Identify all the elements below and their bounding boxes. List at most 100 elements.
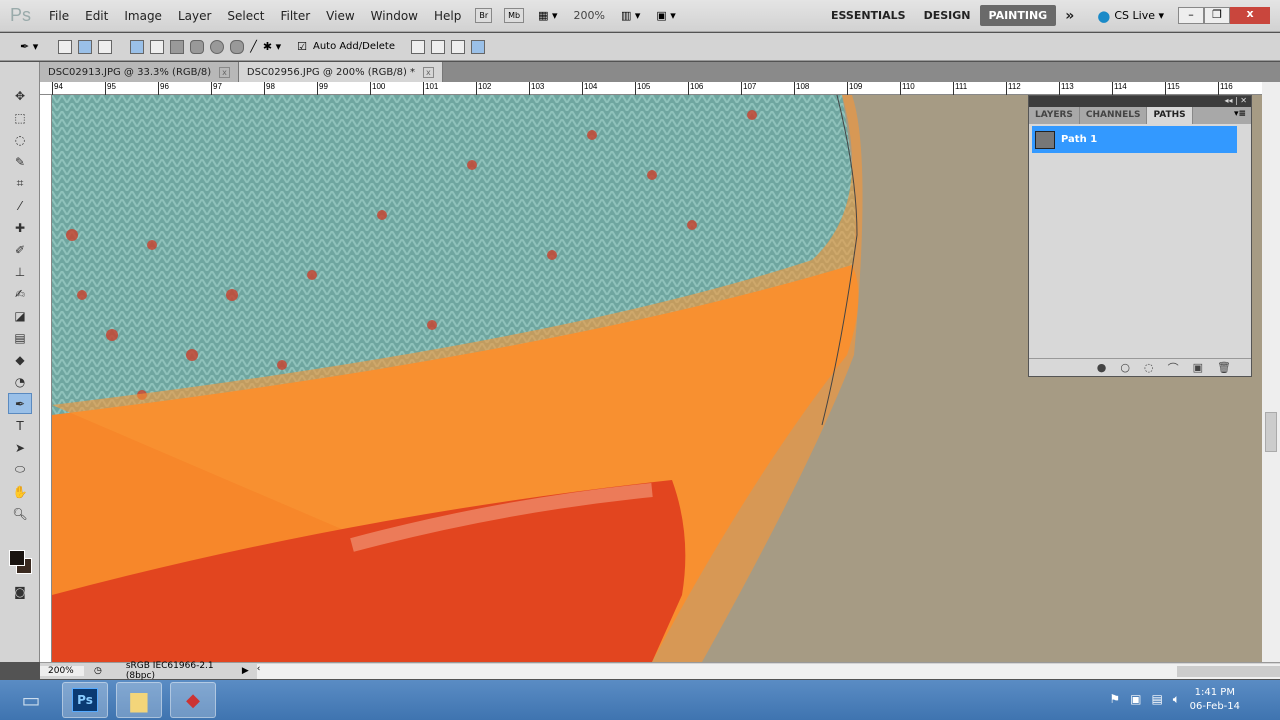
shape-tool-icon[interactable]: ⬭ <box>8 459 32 480</box>
brush-tool-icon[interactable]: ✐ <box>8 239 32 260</box>
workspace-painting[interactable]: PAINTING <box>979 5 1057 26</box>
move-tool-icon[interactable]: ✥ <box>8 85 32 106</box>
workspace-design[interactable]: DESIGN <box>915 5 980 26</box>
status-menu-arrow[interactable]: ▶ <box>242 666 249 676</box>
load-selection-icon[interactable]: ◌ <box>1144 361 1154 374</box>
add-to-path-icon[interactable] <box>410 39 425 54</box>
pen-tool-icon[interactable] <box>130 39 145 54</box>
more-workspaces-button[interactable]: » <box>1056 4 1083 28</box>
shape-layers-mode-icon[interactable] <box>58 39 73 54</box>
tab-channels[interactable]: CHANNELS <box>1080 107 1148 124</box>
screen-mode-icon[interactable]: ▣ ▾ <box>656 9 675 22</box>
exclude-path-icon[interactable] <box>470 39 485 54</box>
eraser-tool-icon[interactable]: ◪ <box>8 305 32 326</box>
ellipse-tool-icon[interactable] <box>210 39 225 54</box>
cs-live-icon: ● <box>1097 6 1111 25</box>
vertical-scrollbar[interactable] <box>1262 82 1280 662</box>
action-center-flag-icon[interactable]: ⚑ <box>1109 692 1120 707</box>
status-info-icon[interactable]: ◷ <box>94 666 102 676</box>
fill-pixels-mode-icon[interactable] <box>98 39 113 54</box>
bridge-button[interactable]: Br <box>475 8 493 23</box>
pen-tool-icon[interactable]: ✒ <box>8 393 32 414</box>
menu-image[interactable]: Image <box>116 9 170 23</box>
new-path-icon[interactable]: ▣ <box>1193 361 1203 374</box>
volume-icon[interactable]: 🔈︎ <box>1173 692 1180 707</box>
ruler-tick-label: 113 <box>1059 82 1074 95</box>
menu-view[interactable]: View <box>318 9 362 23</box>
tray-icon[interactable]: ▣ <box>1130 692 1141 707</box>
panel-menu-icon[interactable]: ▾≡ <box>1229 107 1251 124</box>
intersect-path-icon[interactable] <box>450 39 465 54</box>
menu-layer[interactable]: Layer <box>170 9 219 23</box>
restore-button[interactable]: ❐ <box>1204 7 1230 24</box>
cs-live-menu[interactable]: CS Live ▾ <box>1114 9 1164 22</box>
minimize-button[interactable]: – <box>1178 7 1204 24</box>
show-desktop-icon[interactable]: ▭ <box>8 682 54 718</box>
arrange-docs-icon[interactable]: ▥ ▾ <box>621 9 640 22</box>
dodge-tool-icon[interactable]: ◔ <box>8 371 32 392</box>
subtract-path-icon[interactable] <box>430 39 445 54</box>
fill-path-icon[interactable]: ● <box>1097 361 1107 374</box>
horizontal-scrollbar[interactable]: ‹ <box>256 663 1280 679</box>
eyedropper-tool-icon[interactable]: ⁄ <box>8 195 32 216</box>
zoom-level-select[interactable]: 200% <box>574 9 605 22</box>
menu-filter[interactable]: Filter <box>272 9 318 23</box>
line-tool-icon[interactable]: ╱ <box>250 40 257 53</box>
tab-paths[interactable]: PATHS <box>1147 107 1193 124</box>
foreground-color-swatch[interactable] <box>9 550 25 566</box>
tab-layers[interactable]: LAYERS <box>1029 107 1080 124</box>
rounded-rectangle-icon[interactable] <box>190 39 205 54</box>
polygon-tool-icon[interactable] <box>230 39 245 54</box>
freeform-pen-icon[interactable] <box>150 39 165 54</box>
blur-tool-icon[interactable]: ◆ <box>8 349 32 370</box>
crop-tool-icon[interactable]: ⌗ <box>8 173 32 194</box>
stroke-path-icon[interactable]: ○ <box>1120 361 1130 374</box>
quick-mask-icon[interactable]: ◙ <box>8 581 32 602</box>
system-clock[interactable]: 1:41 PM 06-Feb-14 <box>1190 686 1240 714</box>
menu-window[interactable]: Window <box>363 9 426 23</box>
paths-mode-icon[interactable] <box>78 39 93 54</box>
healing-brush-icon[interactable]: ✚ <box>8 217 32 238</box>
custom-shape-icon[interactable]: ✱ ▾ <box>263 40 281 53</box>
panel-collapse-close[interactable]: ◂◂ | ✕ <box>1029 96 1251 107</box>
options-bar: ✒ ▾ ╱ ✱ ▾ ☑ Auto Add/Delete <box>0 33 1280 61</box>
auto-add-delete-checkbox[interactable]: ☑ <box>297 40 307 53</box>
tab-dsc02913[interactable]: DSC02913.JPG @ 33.3% (RGB/8) x <box>40 62 239 82</box>
lasso-tool-icon[interactable]: ◌ <box>8 129 32 150</box>
menu-file[interactable]: File <box>41 9 77 23</box>
taskbar-explorer[interactable]: ▆ <box>116 682 162 718</box>
ruler-tick-label: 103 <box>529 82 544 95</box>
taskbar-photoshop[interactable]: Ps <box>62 682 108 718</box>
close-tab-icon[interactable]: x <box>219 66 230 78</box>
taskbar: ▭ Ps ▆ ◆ ⚑ ▣ ▤ 🔈︎ 1:41 PM 06-Feb-14 <box>0 680 1280 720</box>
workspace-essentials[interactable]: ESSENTIALS <box>822 5 915 26</box>
ruler-tick-label: 96 <box>158 82 169 95</box>
type-tool-icon[interactable]: T <box>8 415 32 436</box>
mini-bridge-button[interactable]: Mb <box>504 8 525 23</box>
delete-path-icon[interactable]: 🗑︎ <box>1217 361 1231 374</box>
menu-bar: Ps File Edit Image Layer Select Filter V… <box>0 0 1280 32</box>
menu-select[interactable]: Select <box>219 9 272 23</box>
close-button[interactable]: x <box>1230 7 1270 24</box>
gradient-tool-icon[interactable]: ▤ <box>8 327 32 348</box>
zoom-tool-icon[interactable]: 🔍︎ <box>8 503 32 524</box>
marquee-tool-icon[interactable]: ⬚ <box>8 107 32 128</box>
menu-help[interactable]: Help <box>426 9 469 23</box>
hand-tool-icon[interactable]: ✋ <box>8 481 32 502</box>
path-item[interactable]: Path 1 <box>1032 126 1237 153</box>
network-icon[interactable]: ▤ <box>1151 692 1162 707</box>
make-work-path-icon[interactable]: ⌒ <box>1168 360 1179 376</box>
taskbar-app[interactable]: ◆ <box>170 682 216 718</box>
quick-select-tool-icon[interactable]: ✎ <box>8 151 32 172</box>
rectangle-tool-icon[interactable] <box>170 39 185 54</box>
path-selection-icon[interactable]: ➤ <box>8 437 32 458</box>
history-brush-icon[interactable]: ✍ <box>8 283 32 304</box>
tab-dsc02956[interactable]: DSC02956.JPG @ 200% (RGB/8) * x <box>238 62 443 82</box>
menu-edit[interactable]: Edit <box>77 9 116 23</box>
zoom-field[interactable]: 200% <box>40 666 84 676</box>
ruler-tick-label: 98 <box>264 82 275 95</box>
clone-stamp-icon[interactable]: ⊥ <box>8 261 32 282</box>
close-tab-icon[interactable]: x <box>423 66 434 78</box>
pen-tool-preset-icon[interactable]: ✒ ▾ <box>20 40 38 53</box>
extras-icon[interactable]: ▦ ▾ <box>538 9 557 22</box>
